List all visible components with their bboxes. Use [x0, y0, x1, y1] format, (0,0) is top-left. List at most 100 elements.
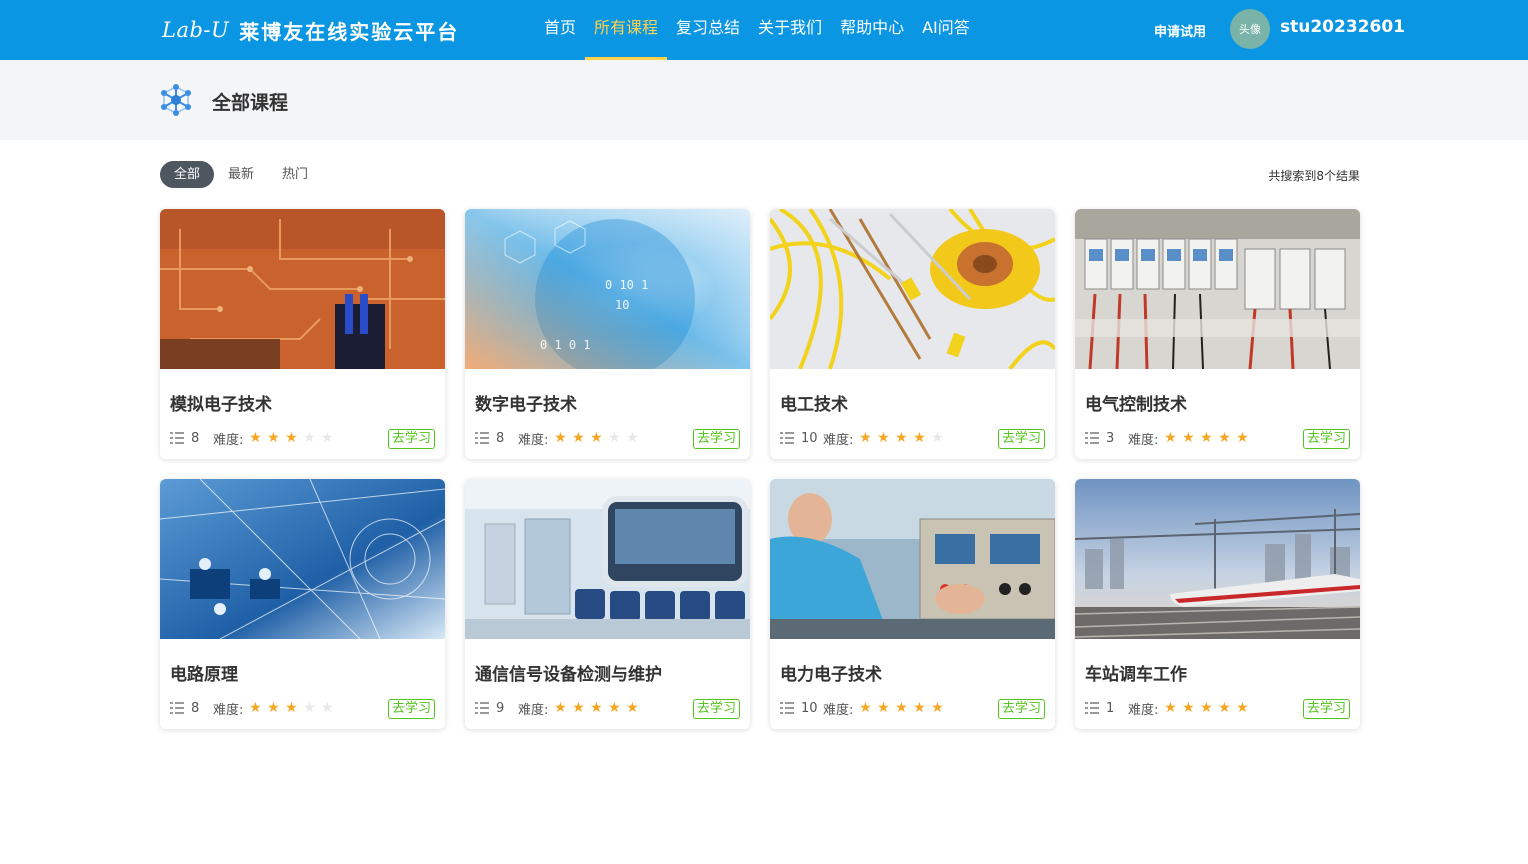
difficulty-stars: ★ ★ ★ ★ ★ [551, 701, 641, 715]
lesson-count: 8 [191, 700, 200, 716]
list-icon [475, 432, 489, 444]
course-card[interactable]: 通信信号设备检测与维护 9 难度: ★ ★ ★ ★ ★ 去学习 [465, 479, 750, 729]
star-filled-icon: ★ [895, 430, 908, 446]
go-learn-button[interactable]: 去学习 [997, 699, 1045, 719]
list-icon [170, 432, 184, 444]
list-icon [780, 702, 794, 714]
filter-tabs: 全部 最新 热门 [160, 161, 322, 188]
go-learn-button[interactable]: 去学习 [387, 699, 435, 719]
course-image-digital-globe: 0 10 1 10 0 1 0 1 [465, 209, 750, 369]
difficulty-label: 难度: [1128, 432, 1159, 448]
star-filled-icon: ★ [859, 700, 872, 716]
molecule-icon [161, 84, 191, 116]
star-empty-icon: ★ [321, 700, 334, 716]
list-icon [780, 432, 794, 444]
star-filled-icon: ★ [1164, 700, 1177, 716]
star-filled-icon: ★ [895, 700, 908, 716]
go-learn-button[interactable]: 去学习 [387, 429, 435, 449]
difficulty-stars: ★ ★ ★ ★ ★ [246, 431, 336, 445]
logo[interactable]: Lab-U 莱博友在线实验云平台 [162, 14, 459, 46]
avatar[interactable]: 头像 [1230, 9, 1270, 49]
svg-text:0 10 1: 0 10 1 [605, 278, 648, 292]
course-title: 通信信号设备检测与维护 [475, 665, 662, 685]
difficulty-stars: ★ ★ ★ ★ ★ [856, 431, 946, 445]
star-filled-icon: ★ [572, 700, 585, 716]
star-filled-icon: ★ [913, 430, 926, 446]
star-filled-icon: ★ [1164, 430, 1177, 446]
star-filled-icon: ★ [913, 700, 926, 716]
star-empty-icon: ★ [303, 430, 316, 446]
course-grid: 模拟电子技术 8 难度: ★ ★ ★ ★ ★ 去学习 0 10 1 10 0 1… [160, 209, 1360, 729]
star-filled-icon: ★ [1182, 430, 1195, 446]
apply-trial-link[interactable]: 申请试用 [1154, 21, 1206, 40]
star-filled-icon: ★ [590, 430, 603, 446]
star-filled-icon: ★ [285, 430, 298, 446]
star-filled-icon: ★ [554, 430, 567, 446]
nav-home[interactable]: 首页 [535, 0, 585, 60]
difficulty-label: 难度: [823, 702, 854, 718]
go-learn-button[interactable]: 去学习 [1302, 429, 1350, 449]
course-card[interactable]: 电路原理 8 难度: ★ ★ ★ ★ ★ 去学习 [160, 479, 445, 729]
star-filled-icon: ★ [249, 700, 262, 716]
difficulty-stars: ★ ★ ★ ★ ★ [1161, 701, 1251, 715]
course-title: 车站调车工作 [1085, 665, 1187, 685]
result-count: 共搜索到8个结果 [1268, 169, 1360, 183]
course-card[interactable]: 电力电子技术 10 难度: ★ ★ ★ ★ ★ 去学习 [770, 479, 1055, 729]
lesson-count: 10 [801, 430, 818, 446]
page-title: 全部课程 [212, 92, 289, 114]
course-title: 电工技术 [780, 395, 848, 415]
course-card[interactable]: 车站调车工作 1 难度: ★ ★ ★ ★ ★ 去学习 [1075, 479, 1360, 729]
filter-popular[interactable]: 热门 [268, 161, 322, 188]
lesson-count: 1 [1106, 700, 1115, 716]
star-filled-icon: ★ [626, 700, 639, 716]
course-card[interactable]: 电气控制技术 3 难度: ★ ★ ★ ★ ★ 去学习 [1075, 209, 1360, 459]
difficulty-label: 难度: [213, 432, 244, 448]
star-empty-icon: ★ [626, 430, 639, 446]
course-card[interactable]: 模拟电子技术 8 难度: ★ ★ ★ ★ ★ 去学习 [160, 209, 445, 459]
filter-all[interactable]: 全部 [160, 161, 215, 188]
star-filled-icon: ★ [931, 700, 944, 716]
list-icon [170, 702, 184, 714]
nav-review-summary[interactable]: 复习总结 [667, 0, 749, 60]
star-filled-icon: ★ [608, 700, 621, 716]
course-image-circuit-board [160, 209, 445, 369]
course-image-lab-technician [770, 479, 1055, 639]
star-filled-icon: ★ [267, 430, 280, 446]
difficulty-label: 难度: [823, 432, 854, 448]
go-learn-button[interactable]: 去学习 [692, 429, 740, 449]
svg-text:0 1 0 1: 0 1 0 1 [540, 338, 591, 352]
course-card[interactable]: 0 10 1 10 0 1 0 1 数字电子技术 8 难度: ★ ★ ★ ★ ★ 去学习 [465, 209, 750, 459]
course-title: 电力电子技术 [780, 665, 882, 685]
course-image-cables-coil [770, 209, 1055, 369]
nav-help-center[interactable]: 帮助中心 [831, 0, 913, 60]
nav-about-us[interactable]: 关于我们 [749, 0, 831, 60]
star-filled-icon: ★ [249, 430, 262, 446]
star-filled-icon: ★ [1218, 430, 1231, 446]
course-title: 模拟电子技术 [170, 395, 272, 415]
star-filled-icon: ★ [590, 700, 603, 716]
difficulty-stars: ★ ★ ★ ★ ★ [551, 431, 641, 445]
star-filled-icon: ★ [1236, 430, 1249, 446]
go-learn-button[interactable]: 去学习 [692, 699, 740, 719]
star-filled-icon: ★ [1200, 430, 1213, 446]
course-image-circuit-network [160, 479, 445, 639]
go-learn-button[interactable]: 去学习 [1302, 699, 1350, 719]
star-empty-icon: ★ [321, 430, 334, 446]
lesson-count: 10 [801, 700, 818, 716]
course-image-relay-panel [1075, 209, 1360, 369]
svg-text:10: 10 [615, 298, 629, 312]
star-filled-icon: ★ [1236, 700, 1249, 716]
nav-ai-qa[interactable]: AI问答 [913, 0, 979, 60]
nav-all-courses[interactable]: 所有课程 [585, 0, 668, 60]
course-title: 数字电子技术 [475, 395, 577, 415]
filter-newest[interactable]: 最新 [214, 161, 268, 188]
list-icon [1085, 432, 1099, 444]
star-filled-icon: ★ [877, 430, 890, 446]
go-learn-button[interactable]: 去学习 [997, 429, 1045, 449]
username[interactable]: stu20232601 [1280, 17, 1405, 37]
star-filled-icon: ★ [285, 700, 298, 716]
course-card[interactable]: 电工技术 10 难度: ★ ★ ★ ★ ★ 去学习 [770, 209, 1055, 459]
main-nav: 首页 所有课程 复习总结 关于我们 帮助中心 AI问答 [535, 0, 979, 60]
course-image-metro-interior [465, 479, 750, 639]
top-navbar: Lab-U 莱博友在线实验云平台 首页 所有课程 复习总结 关于我们 帮助中心 … [0, 0, 1528, 60]
